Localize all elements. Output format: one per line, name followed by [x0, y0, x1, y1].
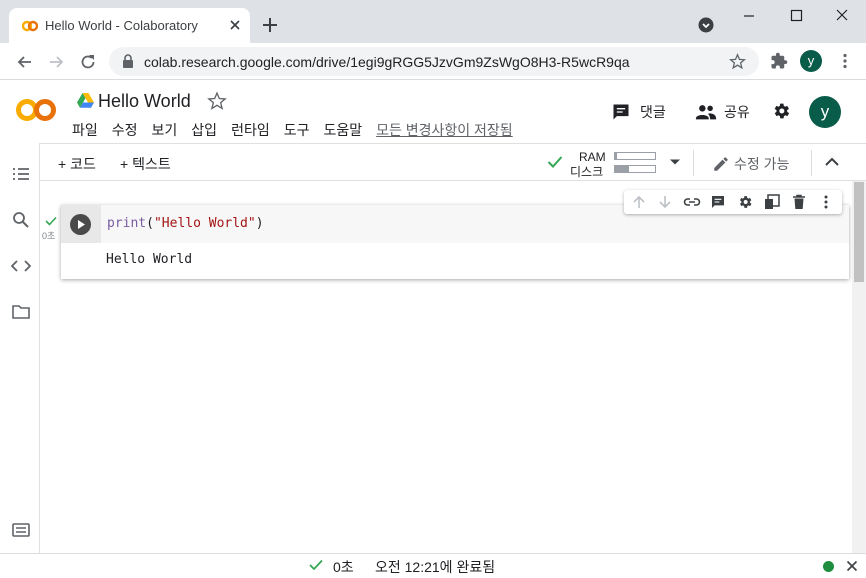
browser-profile-avatar[interactable]: y [800, 50, 822, 72]
code-paren-close: ) [255, 216, 264, 231]
forward-icon[interactable] [46, 52, 66, 72]
left-sidebar [0, 143, 40, 553]
menu-runtime[interactable]: 런타임 [231, 120, 270, 140]
code-text: print("Hello World") [107, 216, 264, 231]
address-bar[interactable]: colab.research.google.com/drive/1egi9gRG… [109, 47, 759, 76]
back-icon[interactable] [15, 52, 35, 72]
colab-logo-icon[interactable] [16, 97, 56, 123]
run-icon [78, 220, 85, 229]
settings-gear-icon[interactable] [771, 101, 791, 121]
notebook-toolbar: + 코드 + 텍스트 RAM 디스크 수정 가능 [40, 143, 866, 181]
dropdown-icon[interactable] [669, 158, 681, 166]
scrollbar-thumb[interactable] [854, 182, 864, 282]
connection-status-dot [823, 561, 834, 572]
folder-icon[interactable] [12, 304, 30, 320]
status-check-icon [309, 559, 323, 571]
menu-insert[interactable]: 삽입 [191, 120, 217, 140]
search-icon[interactable] [12, 211, 30, 229]
comment-icon [611, 102, 631, 122]
menu-view[interactable]: 보기 [152, 120, 178, 140]
extensions-icon[interactable] [770, 52, 788, 70]
menu-edit[interactable]: 수정 [112, 120, 138, 140]
maximize-icon[interactable] [782, 6, 810, 26]
edit-mode-button[interactable]: 수정 가능 [712, 154, 789, 174]
comment-button[interactable]: 댓글 [611, 102, 666, 122]
code-paren-open: ( [146, 216, 154, 231]
disk-label: 디스크 [570, 165, 604, 179]
ram-label: RAM [579, 150, 606, 164]
browser-tab[interactable]: Hello World - Colaboratory [9, 8, 250, 43]
pencil-icon [712, 155, 730, 173]
drive-icon[interactable] [77, 93, 94, 108]
account-avatar[interactable]: y [809, 96, 841, 128]
close-tab-icon[interactable] [227, 17, 243, 33]
notebook-title[interactable]: Hello World [98, 91, 191, 112]
toolbar-divider-2 [811, 150, 812, 176]
code-cell[interactable]: print("Hello World") Hello World [61, 205, 849, 279]
bookmark-star-icon[interactable] [729, 53, 746, 70]
url-text: colab.research.google.com/drive/1egi9gRG… [144, 54, 630, 70]
trash-icon[interactable] [791, 194, 807, 210]
star-icon[interactable] [207, 91, 227, 111]
cell-toolbar [624, 190, 842, 214]
close-icon[interactable] [846, 560, 858, 572]
menu-bar: 파일 수정 보기 삽입 런타임 도구 도움말 모든 변경사항이 저장됨 [72, 120, 513, 140]
add-code-button[interactable]: + 코드 [58, 154, 96, 174]
chevron-up-icon[interactable] [824, 156, 840, 168]
save-status-link[interactable]: 모든 변경사항이 저장됨 [376, 120, 513, 140]
disk-bar [614, 165, 656, 173]
terminal-icon[interactable] [12, 523, 30, 537]
run-cell-button[interactable] [70, 214, 91, 235]
gear-icon[interactable] [737, 194, 753, 210]
toc-icon[interactable] [12, 166, 30, 182]
close-window-icon[interactable] [828, 6, 856, 26]
code-function: print [107, 216, 147, 231]
comment-label: 댓글 [640, 104, 666, 120]
colab-favicon-icon [22, 18, 38, 34]
more-vert-icon[interactable] [818, 194, 834, 210]
code-string: "Hello World" [153, 216, 256, 231]
ram-bar [614, 152, 656, 160]
mirror-cell-icon[interactable] [764, 194, 780, 210]
status-bar: 0초 오전 12:21에 완료됨 [0, 553, 866, 578]
status-duration: 0초 [333, 559, 354, 575]
tab-search-icon[interactable] [698, 17, 714, 33]
menu-file[interactable]: 파일 [72, 120, 98, 140]
reload-icon[interactable] [78, 52, 98, 72]
lock-icon[interactable] [121, 54, 135, 69]
status-completed: 오전 12:21에 완료됨 [375, 559, 496, 575]
add-text-button[interactable]: + 텍스트 [120, 154, 171, 174]
browser-toolbar: colab.research.google.com/drive/1egi9gRG… [0, 43, 866, 80]
check-icon [547, 155, 563, 169]
cell-output: Hello World [106, 252, 193, 267]
browser-menu-icon[interactable] [836, 52, 854, 70]
tab-title: Hello World - Colaboratory [45, 18, 198, 33]
link-icon[interactable] [683, 194, 701, 210]
edit-mode-label: 수정 가능 [734, 156, 790, 172]
toolbar-divider [693, 150, 694, 176]
cell-success-check-icon [45, 216, 57, 226]
arrow-down-icon[interactable] [657, 194, 673, 210]
browser-tab-strip: Hello World - Colaboratory [0, 0, 866, 43]
comment-icon[interactable] [710, 194, 726, 210]
code-snippets-icon[interactable] [11, 258, 31, 274]
new-tab-icon[interactable] [261, 16, 279, 34]
menu-help[interactable]: 도움말 [323, 120, 362, 140]
menu-tools[interactable]: 도구 [284, 120, 310, 140]
arrow-up-icon[interactable] [631, 194, 647, 210]
minimize-icon[interactable] [735, 6, 763, 26]
share-button[interactable]: 공유 [695, 102, 750, 122]
cell-exec-time: 0초 [42, 231, 56, 241]
resources-indicator[interactable]: RAM 디스크 [547, 149, 687, 179]
share-label: 공유 [724, 104, 750, 120]
colab-header: Hello World 파일 수정 보기 삽입 런타임 도구 도움말 모든 변경… [0, 80, 866, 143]
run-area [61, 205, 101, 243]
share-people-icon [695, 102, 717, 122]
